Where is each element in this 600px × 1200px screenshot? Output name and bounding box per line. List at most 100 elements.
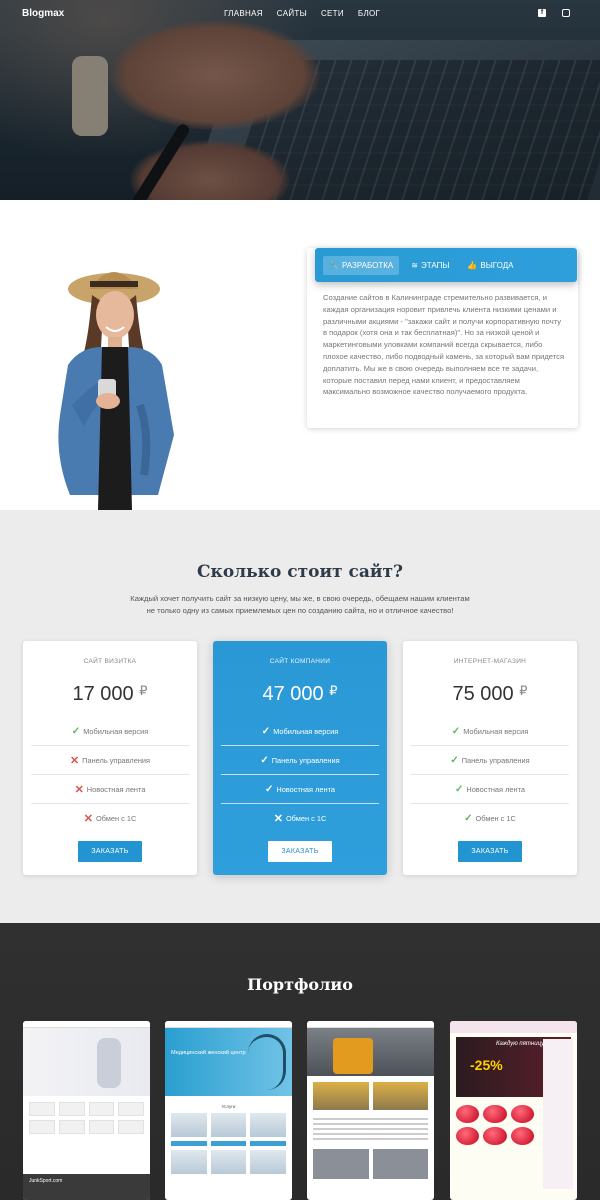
pricing-card-online-store: ИНТЕРНЕТ-МАГАЗИН 75 000 ₽ ✓ Мобильная вер… — [403, 641, 577, 875]
cross-icon: ✕ — [83, 813, 93, 825]
plan-name: САЙТ КОМПАНИИ — [269, 658, 331, 665]
check-icon: ✓ — [260, 754, 269, 766]
check-icon: ✓ — [261, 725, 271, 737]
thumb-header — [165, 1021, 292, 1028]
feature-label: Новостная лента — [86, 784, 146, 794]
currency-sign: ₽ — [139, 683, 148, 698]
feature-item: ✓ Мобильная версия — [221, 717, 379, 746]
feature-item: ✕ Новостная лента — [31, 775, 189, 804]
order-button[interactable]: ЗАКАЗАТЬ — [268, 841, 332, 862]
feature-item: ✓ Новостная лента — [411, 775, 569, 804]
portfolio-item-medical-center[interactable]: Медицинский женский центр Услуги — [165, 1021, 292, 1200]
feature-label: Мобильная версия — [463, 726, 529, 736]
check-icon: ✓ — [454, 783, 464, 795]
balloons-grid — [450, 1101, 540, 1149]
menu-item-home[interactable]: ГЛАВНАЯ — [224, 9, 263, 18]
thumb-bottom — [307, 1145, 434, 1183]
layers-icon: ≋ — [411, 260, 418, 270]
thumb-tiles — [307, 1076, 434, 1116]
pricing-title: Сколько стоит сайт? — [197, 562, 403, 582]
feature-label: Обмен с 1С — [285, 814, 327, 823]
feature-label: Панель управления — [271, 755, 340, 765]
check-icon: ✓ — [451, 725, 461, 737]
feature-list: ✓ Мобильная версия ✓ Панель управления ✓ Но… — [221, 717, 379, 833]
order-button[interactable]: ЗАКАЗАТЬ — [458, 841, 522, 862]
tab-stages[interactable]: ≋ ЭТАПЫ — [405, 256, 455, 275]
tab-bar: 🔧 РАЗРАБОТКА ≋ ЭТАПЫ 👍 ВЫГОДА — [315, 248, 577, 282]
menu-item-blog[interactable]: БЛОГ — [358, 9, 380, 18]
portfolio-section: Портфолио JunkSport.com Медицинский женс… — [0, 923, 600, 1200]
portfolio-item-sport-shop[interactable]: JunkSport.com — [23, 1021, 150, 1200]
check-icon: ✓ — [71, 725, 81, 737]
pricing-subtitle-line: Каждый хочет получить сайт за низкую цен… — [130, 594, 470, 603]
feature-label: Обмен с 1С — [95, 814, 137, 823]
stethoscope-image — [248, 1034, 286, 1090]
feature-list: ✓ Мобильная версия ✕ Панель управления ✕ Но… — [31, 717, 189, 833]
feature-item: ✓ Панель управления — [221, 746, 379, 775]
instagram-icon[interactable] — [562, 9, 570, 17]
pricing-subtitle: Каждый хочет получить сайт за низкую цен… — [100, 593, 500, 617]
tab-label: ЭТАПЫ — [420, 260, 450, 270]
thumb-header — [450, 1021, 577, 1033]
check-icon: ✓ — [264, 783, 274, 795]
hero-banner: Blogmax ГЛАВНАЯ САЙТЫ СЕТИ БЛОГ f — [0, 0, 600, 200]
social-links: f — [538, 9, 570, 17]
currency-sign: ₽ — [519, 683, 528, 698]
forklift-image — [333, 1038, 373, 1074]
price-value: 17 000 — [72, 683, 134, 705]
feature-item: ✕ Обмен с 1С — [221, 804, 379, 833]
thumb-caption: JunkSport.com — [29, 1178, 63, 1184]
facebook-icon[interactable]: f — [538, 9, 546, 17]
portfolio-item-balloons[interactable]: Каждую пятницу -25% — [450, 1021, 577, 1200]
plan-price: 47 000 ₽ — [213, 683, 387, 706]
feature-label: Панель управления — [461, 755, 530, 765]
thumb-footer: JunkSport.com — [23, 1174, 150, 1200]
tab-benefit[interactable]: 👍 ВЫГОДА — [461, 256, 519, 275]
order-button[interactable]: ЗАКАЗАТЬ — [78, 841, 142, 862]
thumb-header — [307, 1021, 434, 1028]
feature-label: Мобильная версия — [83, 726, 149, 736]
tab-label: ВЫГОДА — [480, 260, 514, 270]
wrench-icon: 🔧 — [329, 260, 339, 270]
feature-item: ✓ Обмен с 1С — [411, 804, 569, 833]
feature-item: ✓ Мобильная версия — [31, 717, 189, 746]
tab-development[interactable]: 🔧 РАЗРАБОТКА — [323, 255, 400, 275]
feature-item: ✓ Мобильная версия — [411, 717, 569, 746]
feature-label: Панель управления — [82, 755, 151, 765]
model-image — [97, 1038, 121, 1088]
portfolio-title: Портфолио — [247, 975, 353, 994]
cross-icon: ✕ — [74, 783, 84, 796]
brand-logo[interactable]: Blogmax — [22, 8, 64, 19]
portfolio-item-forklift[interactable] — [307, 1021, 434, 1200]
thumb-header — [23, 1021, 150, 1028]
about-text: Создание сайтов в Калининграде стремител… — [323, 293, 565, 397]
tab-label: РАЗРАБОТКА — [341, 260, 394, 270]
plan-name: САЙТ ВИЗИТКА — [83, 658, 137, 665]
about-tabs-card: 🔧 РАЗРАБОТКА ≋ ЭТАПЫ 👍 ВЫГОДА Создание с… — [307, 248, 578, 428]
feature-label: Мобильная версия — [273, 726, 339, 736]
pricing-card-business-card: САЙТ ВИЗИТКА 17 000 ₽ ✓ Мобильная версия … — [23, 641, 197, 875]
pricing-subtitle-line: не только одну из самых приемлемых цен п… — [146, 606, 454, 615]
thumb-banner — [307, 1028, 434, 1076]
main-menu: ГЛАВНАЯ САЙТЫ СЕТИ БЛОГ — [224, 9, 380, 18]
price-value: 47 000 — [262, 683, 324, 705]
thumb-caption: Медицинский женский центр — [171, 1050, 246, 1056]
feature-item: ✕ Панель управления — [31, 746, 189, 775]
menu-item-sites[interactable]: САЙТЫ — [277, 9, 307, 18]
feature-label: Новостная лента — [466, 784, 526, 794]
feature-label: Новостная лента — [276, 784, 336, 794]
check-icon: ✓ — [464, 813, 473, 824]
thumb-text — [307, 1116, 434, 1145]
plan-price: 75 000 ₽ — [403, 683, 577, 706]
promo-text: Каждую пятницу — [496, 1041, 545, 1047]
thumbs-up-icon: 👍 — [467, 260, 478, 270]
feature-item: ✓ Панель управления — [411, 746, 569, 775]
feature-list: ✓ Мобильная версия ✓ Панель управления ✓ Но… — [411, 717, 569, 833]
menu-item-networks[interactable]: СЕТИ — [321, 9, 344, 18]
services-row — [165, 1113, 292, 1137]
thumb-banner: Медицинский женский центр — [165, 1028, 292, 1096]
services-buttons — [165, 1137, 292, 1150]
cross-icon: ✕ — [273, 813, 283, 825]
price-value: 75 000 — [452, 683, 514, 705]
services-row — [165, 1150, 292, 1174]
